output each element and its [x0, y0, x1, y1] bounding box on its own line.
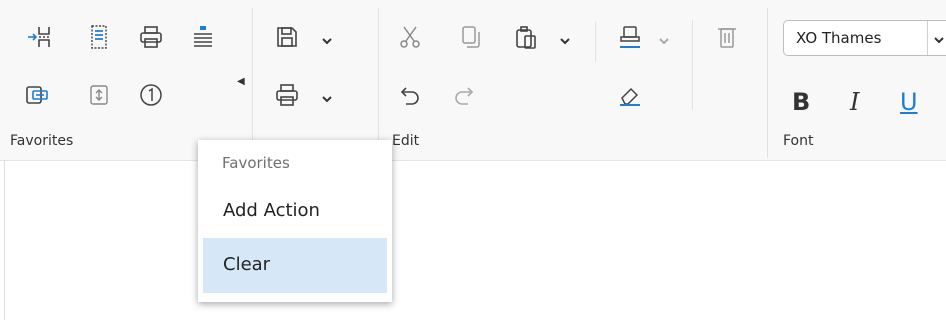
underline-button[interactable]: U: [900, 88, 918, 116]
delete-icon[interactable]: [714, 24, 740, 50]
group-divider: [767, 8, 768, 158]
save-icon[interactable]: [274, 24, 300, 50]
bold-button[interactable]: B: [792, 88, 810, 116]
format-painter-icon[interactable]: [617, 24, 643, 50]
menu-header: Favorites: [222, 154, 290, 172]
group-divider: [252, 8, 253, 158]
undo-icon[interactable]: [396, 82, 422, 108]
print-options-icon[interactable]: [274, 82, 300, 108]
menu-item-add-action[interactable]: Add Action: [203, 184, 387, 239]
favorites-context-menu: Favorites Add Action Clear: [198, 140, 392, 302]
format-painter-dropdown-chevron-icon[interactable]: [657, 34, 671, 48]
print-icon[interactable]: [138, 24, 164, 50]
save-dropdown-chevron-icon[interactable]: [320, 34, 334, 48]
edit-group-label: Edit: [392, 133, 420, 149]
paste-dropdown-chevron-icon[interactable]: [558, 34, 572, 48]
eraser-icon[interactable]: [617, 82, 643, 108]
page-break-icon[interactable]: [26, 24, 52, 50]
redo-icon[interactable]: [452, 82, 478, 108]
font-group-label: Font: [783, 133, 814, 149]
text-frame-icon[interactable]: [86, 24, 112, 50]
font-family-value: XO Thames: [796, 29, 882, 47]
menu-item-clear[interactable]: Clear: [203, 238, 387, 293]
menu-item-label: Clear: [223, 254, 271, 275]
group-divider: [595, 22, 596, 62]
copy-icon[interactable]: [458, 24, 484, 50]
print-dropdown-chevron-icon[interactable]: [320, 92, 334, 106]
font-family-combobox[interactable]: XO Thames: [783, 20, 946, 56]
paste-icon[interactable]: [513, 24, 539, 50]
numbering-circle-icon[interactable]: [138, 82, 164, 108]
page-fit-icon[interactable]: [86, 82, 112, 108]
menu-item-label: Add Action: [223, 200, 320, 221]
cut-icon[interactable]: [397, 24, 423, 50]
font-family-chevron-down-icon[interactable]: [932, 32, 946, 46]
italic-button[interactable]: I: [850, 88, 859, 116]
paste-special-icon[interactable]: [24, 82, 50, 108]
paragraph-spacing-icon[interactable]: [190, 24, 216, 50]
collapse-arrow-icon[interactable]: ◀: [237, 76, 245, 87]
ribbon-toolbar: ◀ Favorites Edit XO Thames B I U Font: [0, 0, 946, 161]
group-divider: [378, 8, 379, 158]
favorites-group-label: Favorites: [10, 133, 74, 149]
document-frame-edge: [4, 160, 5, 320]
combobox-divider: [927, 21, 928, 55]
group-divider: [692, 20, 693, 110]
